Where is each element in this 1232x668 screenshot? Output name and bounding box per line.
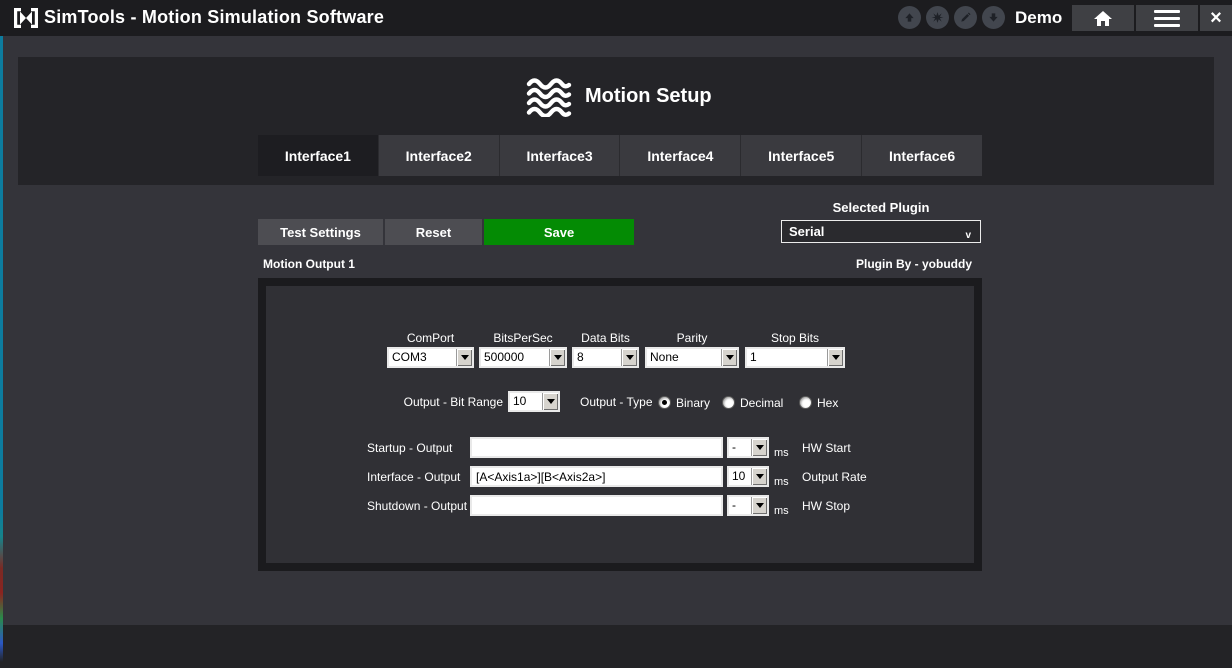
close-icon: ×	[1210, 8, 1222, 28]
menu-button[interactable]	[1136, 5, 1198, 31]
dropdown-arrow-icon[interactable]	[751, 497, 767, 514]
page-title: Motion Setup	[585, 85, 712, 108]
bitspersec-label: BitsPerSec	[479, 331, 567, 345]
burst-icon[interactable]	[926, 6, 949, 29]
motion-output-panel	[258, 278, 982, 571]
shutdown-output-label: Shutdown - Output	[367, 499, 467, 513]
stopbits-label: Stop Bits	[745, 331, 845, 345]
tab-interface4[interactable]: Interface4	[619, 135, 740, 176]
chevron-down-icon: v	[965, 225, 971, 246]
databits-label: Data Bits	[572, 331, 639, 345]
parity-label: Parity	[645, 331, 739, 345]
wave-icon	[526, 77, 572, 117]
close-button[interactable]: ×	[1200, 5, 1232, 31]
arrow-down-icon[interactable]	[982, 6, 1005, 29]
titlebar: SimTools - Motion Simulation Software De…	[0, 0, 1232, 36]
interface-output-input[interactable]	[470, 466, 723, 487]
dropdown-arrow-icon[interactable]	[621, 349, 637, 366]
comport-dropdown[interactable]: COM3	[387, 347, 474, 368]
home-icon	[1092, 9, 1114, 27]
radio-hex[interactable]	[799, 396, 812, 409]
bit-range-dropdown[interactable]: 10	[508, 391, 560, 412]
shutdown-interval-dropdown[interactable]: -	[727, 495, 769, 516]
arrow-up-icon[interactable]	[898, 6, 921, 29]
startup-interval-dropdown[interactable]: -	[727, 437, 769, 458]
interface-output-label: Interface - Output	[367, 470, 460, 484]
selected-plugin-value: Serial	[789, 224, 824, 239]
radio-decimal-label[interactable]: Decimal	[740, 396, 783, 410]
interface-ms-label: ms	[774, 476, 789, 488]
parity-dropdown[interactable]: None	[645, 347, 739, 368]
dropdown-arrow-icon[interactable]	[751, 468, 767, 485]
startup-output-label: Startup - Output	[367, 441, 452, 455]
tab-interface2[interactable]: Interface2	[378, 135, 499, 176]
motion-output-title: Motion Output 1	[263, 257, 355, 271]
dropdown-arrow-icon[interactable]	[542, 393, 558, 410]
interface-tabs: Interface1 Interface2 Interface3 Interfa…	[258, 135, 982, 176]
interface-interval-dropdown[interactable]: 10	[727, 466, 769, 487]
radio-binary-label[interactable]: Binary	[676, 396, 710, 410]
simtools-logo	[13, 7, 39, 29]
output-rate-label: Output Rate	[802, 470, 867, 484]
comport-label: ComPort	[387, 331, 474, 345]
bitspersec-dropdown[interactable]: 500000	[479, 347, 567, 368]
dropdown-arrow-icon[interactable]	[827, 349, 843, 366]
test-settings-button[interactable]: Test Settings	[258, 219, 383, 245]
startup-output-input[interactable]	[470, 437, 723, 458]
app-window: SimTools - Motion Simulation Software De…	[0, 0, 1232, 668]
bottom-strip	[0, 625, 1232, 668]
startup-ms-label: ms	[774, 447, 789, 459]
tab-interface3[interactable]: Interface3	[499, 135, 620, 176]
dropdown-arrow-icon[interactable]	[751, 439, 767, 456]
selected-plugin-label: Selected Plugin	[781, 200, 981, 215]
pencil-icon[interactable]	[954, 6, 977, 29]
plugin-by-label: Plugin By - yobuddy	[782, 257, 972, 271]
tab-interface1[interactable]: Interface1	[258, 135, 378, 176]
home-button[interactable]	[1072, 5, 1134, 31]
dropdown-arrow-icon[interactable]	[456, 349, 472, 366]
radio-binary[interactable]	[658, 396, 671, 409]
tab-interface5[interactable]: Interface5	[740, 135, 861, 176]
tab-interface6[interactable]: Interface6	[861, 135, 982, 176]
edge-accent-strip	[0, 36, 3, 662]
hw-stop-label: HW Stop	[802, 499, 850, 513]
shutdown-ms-label: ms	[774, 505, 789, 517]
bit-range-label: Output - Bit Range	[380, 395, 503, 409]
shutdown-output-input[interactable]	[470, 495, 723, 516]
hw-start-label: HW Start	[802, 441, 851, 455]
reset-button[interactable]: Reset	[385, 219, 482, 245]
databits-dropdown[interactable]: 8	[572, 347, 639, 368]
stopbits-dropdown[interactable]: 1	[745, 347, 845, 368]
app-title: SimTools - Motion Simulation Software	[44, 7, 384, 28]
user-label: Demo	[1015, 8, 1062, 28]
menu-icon	[1154, 10, 1180, 27]
selected-plugin-dropdown[interactable]: Serial v	[781, 220, 981, 243]
radio-decimal[interactable]	[722, 396, 735, 409]
save-button[interactable]: Save	[484, 219, 634, 245]
output-type-label: Output - Type	[580, 395, 653, 409]
dropdown-arrow-icon[interactable]	[721, 349, 737, 366]
radio-hex-label[interactable]: Hex	[817, 396, 838, 410]
dropdown-arrow-icon[interactable]	[549, 349, 565, 366]
